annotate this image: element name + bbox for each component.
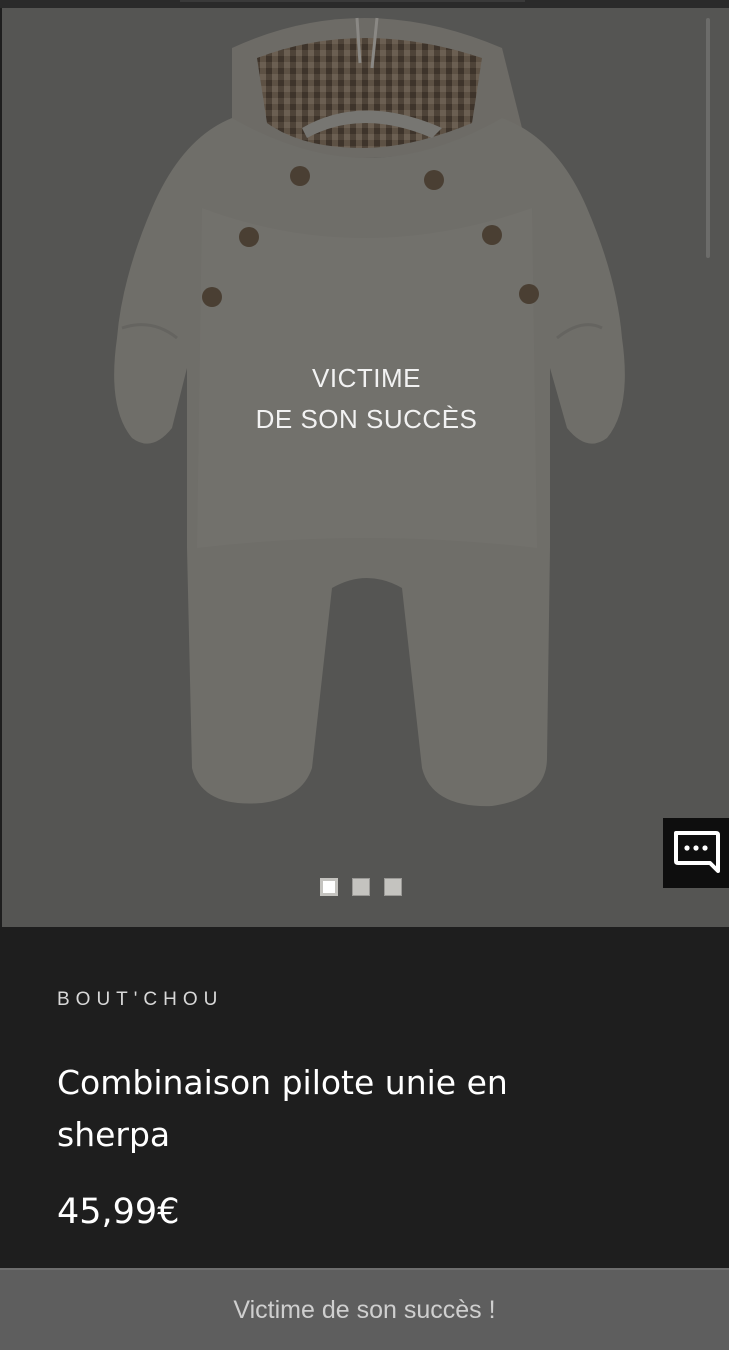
brand-name[interactable]: BOUT'CHOU — [57, 989, 223, 1011]
product-image-gallery[interactable]: VICTIME DE SON SUCCÈS — [2, 8, 729, 927]
overlay-line-1: VICTIME — [312, 363, 421, 393]
top-strip — [0, 0, 729, 8]
overlay-line-2: DE SON SUCCÈS — [255, 404, 478, 434]
carousel-dot-3[interactable] — [384, 878, 402, 896]
image-scrollbar[interactable] — [706, 18, 710, 258]
product-page: VICTIME DE SON SUCCÈS BOUT'CHOU Combinai… — [0, 0, 729, 1350]
carousel-dot-2[interactable] — [352, 878, 370, 896]
top-divider — [180, 0, 525, 2]
carousel-dot-1[interactable] — [320, 878, 338, 896]
chat-bubble-icon — [674, 831, 720, 873]
sold-out-button[interactable]: Victime de son succès ! — [0, 1268, 729, 1350]
product-info: BOUT'CHOU Combinaison pilote unie en she… — [0, 927, 729, 1267]
product-title: Combinaison pilote unie en sherpa — [57, 1063, 508, 1154]
carousel-dots — [320, 878, 402, 900]
product-image — [114, 17, 625, 807]
sold-out-overlay: VICTIME DE SON SUCCÈS — [2, 358, 729, 440]
product-price: 45,99€ — [57, 1192, 180, 1232]
chat-button[interactable] — [663, 818, 729, 888]
